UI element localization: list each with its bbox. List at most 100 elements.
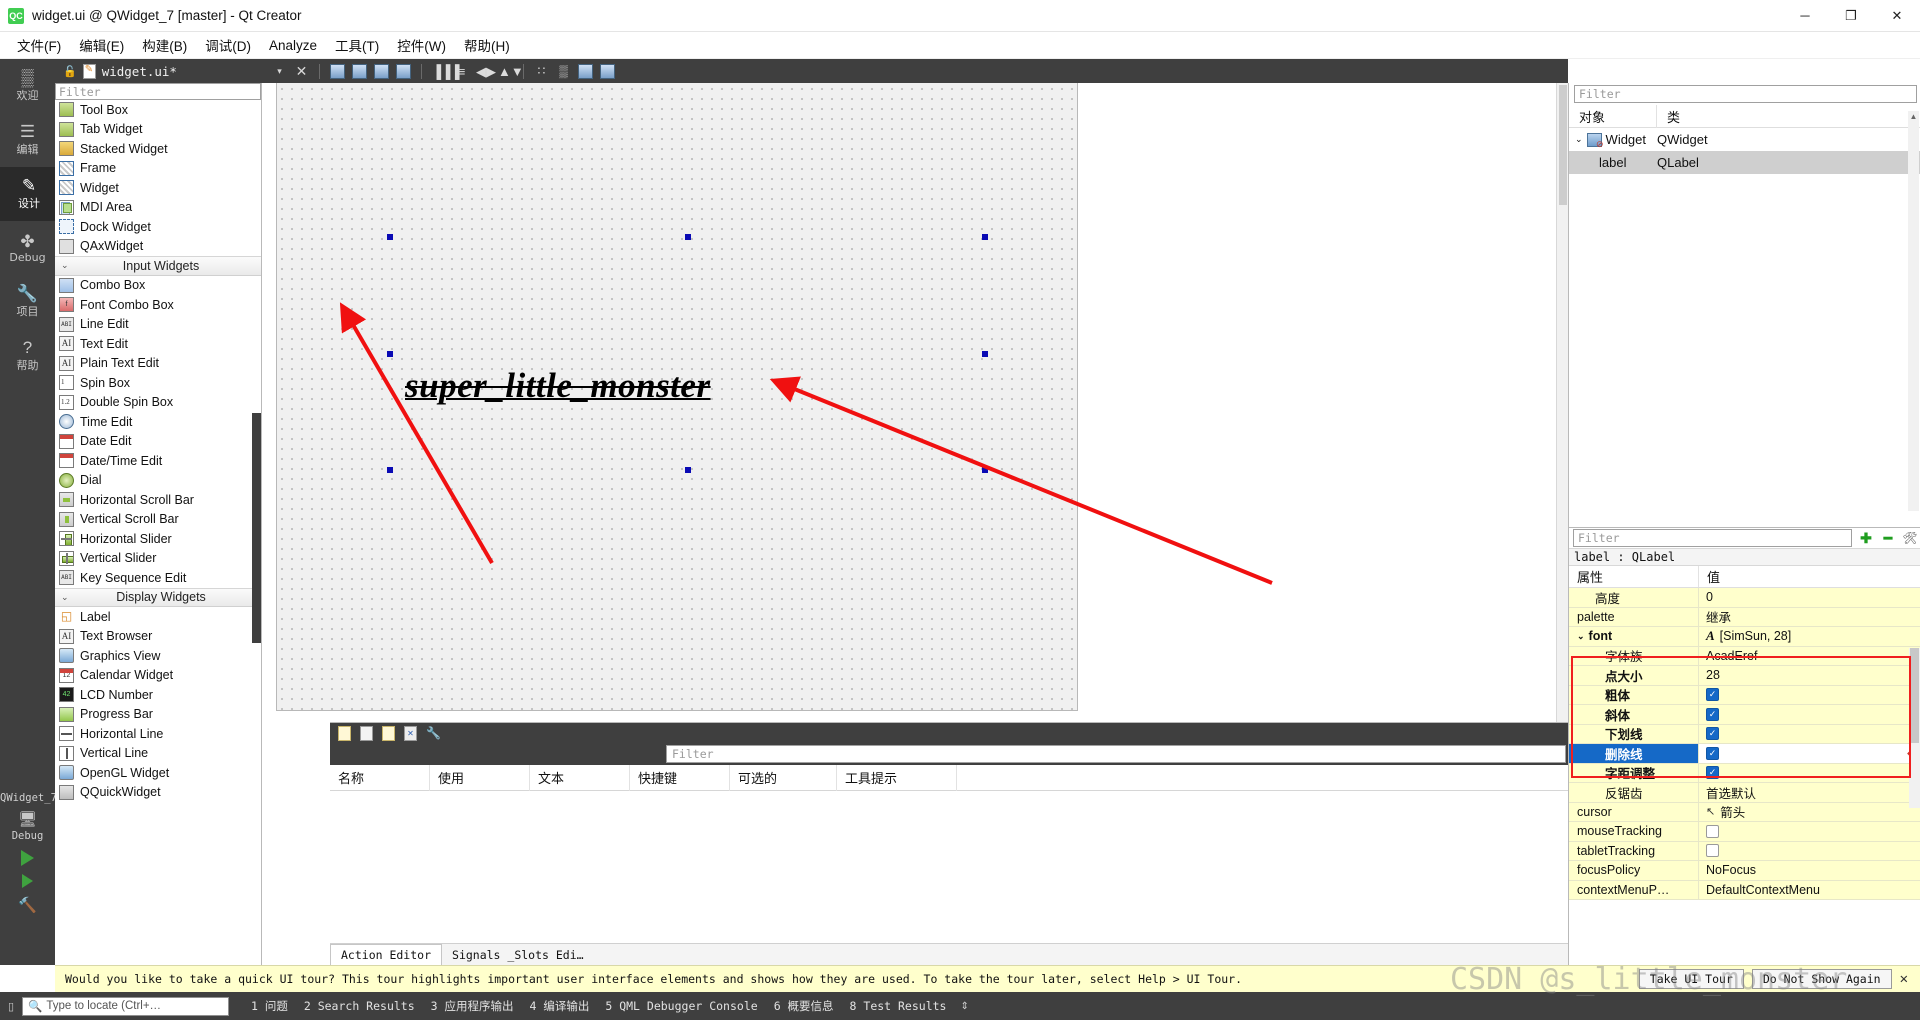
checkbox-icon[interactable]: ✓ xyxy=(1706,688,1719,702)
resize-handle-ml[interactable] xyxy=(387,351,393,357)
do-not-show-again-button[interactable]: Do Not Show Again xyxy=(1751,969,1892,989)
layout-grid-icon[interactable]: ▒ xyxy=(556,64,571,79)
property-value[interactable]: 首选默认 xyxy=(1699,783,1920,802)
adjust-size-icon[interactable] xyxy=(600,63,615,79)
unlocked-icon[interactable]: 🔓 xyxy=(63,65,77,78)
menu-item-d[interactable]: 调试(D) xyxy=(196,32,260,58)
widget-item-qaxwidget[interactable]: QAxWidget xyxy=(55,237,261,257)
resize-handle-bc[interactable] xyxy=(685,467,691,473)
resize-handle-br[interactable] xyxy=(982,467,988,473)
layout-horizontally-icon[interactable]: ▐▐▐ xyxy=(432,64,460,79)
checkbox-icon[interactable]: ✓ xyxy=(1706,746,1719,760)
widget-item-date-time-edit[interactable]: Date/Time Edit xyxy=(55,451,261,471)
widget-item-line-edit[interactable]: ABI Line Edit xyxy=(55,315,261,335)
widget-item-dial[interactable]: Dial xyxy=(55,471,261,491)
output-pane-button[interactable]: 1 问题 xyxy=(243,995,296,1017)
property-row[interactable]: 字距调整 ✓ xyxy=(1569,763,1920,783)
resize-handle-tl[interactable] xyxy=(387,234,393,240)
output-pane-button[interactable]: 3 应用程序输出 xyxy=(423,995,522,1017)
property-value[interactable]: 28 xyxy=(1699,666,1920,685)
form-canvas[interactable]: super_little_monster xyxy=(262,83,1568,722)
property-row[interactable]: 字体族 AcadEref xyxy=(1569,646,1920,666)
widget-item-font-combo-box[interactable]: f Font Combo Box xyxy=(55,295,261,315)
property-value[interactable]: NoFocus xyxy=(1699,861,1920,880)
updown-icon[interactable]: ⇕ xyxy=(954,1001,968,1012)
menu-item-b[interactable]: 构建(B) xyxy=(133,32,196,58)
mode-item-document[interactable]: ☰ 编辑 xyxy=(0,113,55,167)
widget-item-frame[interactable]: Frame xyxy=(55,159,261,179)
resize-handle-bl[interactable] xyxy=(387,467,393,473)
widget-item-dock-widget[interactable]: Dock Widget xyxy=(55,217,261,237)
layout-horizontal-splitter-icon[interactable]: ◀▶ xyxy=(476,64,496,79)
property-value[interactable]: DefaultContextMenu xyxy=(1699,881,1920,900)
form-widget[interactable]: super_little_monster xyxy=(276,83,1078,711)
widget-item-text-browser[interactable]: AI Text Browser xyxy=(55,627,261,647)
checkbox-icon[interactable]: ✓ xyxy=(1706,727,1719,741)
configure-icon[interactable]: 🛠 xyxy=(1902,531,1918,545)
widget-item-vertical-slider[interactable]: Vertical Slider xyxy=(55,549,261,569)
action-column-header[interactable]: 工具提示 xyxy=(837,764,957,791)
widget-item-stacked-widget[interactable]: Stacked Widget xyxy=(55,139,261,159)
edit-widgets-icon[interactable] xyxy=(330,63,345,79)
property-editor-scrollbar[interactable] xyxy=(1909,648,1920,808)
new-action-icon[interactable] xyxy=(338,725,351,741)
edit-action-icon[interactable] xyxy=(382,725,395,741)
minimize-button[interactable]: ─ xyxy=(1782,0,1828,32)
close-icon[interactable]: ✕ xyxy=(294,63,309,79)
property-row[interactable]: 反锯齿 首选默认 xyxy=(1569,783,1920,803)
widget-item-date-edit[interactable]: Date Edit xyxy=(55,432,261,452)
widget-item-spin-box[interactable]: 1 Spin Box xyxy=(55,373,261,393)
widget-item-graphics-view[interactable]: Graphics View xyxy=(55,646,261,666)
property-row[interactable]: palette 继承 xyxy=(1569,607,1920,627)
widget-item-tab-widget[interactable]: Tab Widget xyxy=(55,120,261,140)
action-column-header[interactable]: 快捷键 xyxy=(630,764,730,791)
property-value[interactable]: AcadEref xyxy=(1699,647,1920,666)
widget-item-widget[interactable]: Widget xyxy=(55,178,261,198)
take-ui-tour-button[interactable]: Take UI Tour xyxy=(1638,969,1744,989)
menu-item-t[interactable]: 工具(T) xyxy=(326,32,388,58)
widget-group-display-widgets[interactable]: ⌄ Display Widgets xyxy=(55,587,261,607)
copy-action-icon[interactable] xyxy=(360,725,373,741)
resize-handle-tc[interactable] xyxy=(685,234,691,240)
property-value[interactable]: 0 xyxy=(1699,588,1920,607)
property-row[interactable]: 删除线 ✓↩ xyxy=(1569,744,1920,764)
checkbox-icon[interactable]: ✓ xyxy=(1706,766,1719,780)
widget-item-horizontal-slider[interactable]: Horizontal Slider xyxy=(55,529,261,549)
output-pane-button[interactable]: 6 概要信息 xyxy=(766,995,842,1017)
widget-item-horizontal-scroll-bar[interactable]: Horizontal Scroll Bar xyxy=(55,490,261,510)
editor-tab-filename[interactable]: widget.ui* xyxy=(102,64,177,79)
widget-item-label[interactable]: ◱ Label xyxy=(55,607,261,627)
close-icon[interactable]: ✕ xyxy=(1900,971,1912,987)
property-value[interactable]: ✓ xyxy=(1699,686,1920,705)
property-row[interactable]: 高度 0 xyxy=(1569,588,1920,608)
widget-item-double-spin-box[interactable]: 1.2 Double Spin Box xyxy=(55,393,261,413)
widget-box-scrollbar[interactable] xyxy=(252,413,261,643)
locator-input[interactable]: 🔍 Type to locate (Ctrl+… xyxy=(22,996,229,1016)
object-inspector-filter[interactable]: Filter xyxy=(1574,85,1917,103)
property-row[interactable]: contextMenuP… DefaultContextMenu xyxy=(1569,880,1920,900)
chevron-down-icon[interactable]: ⌄ xyxy=(1577,631,1585,642)
widget-group-input-widgets[interactable]: ⌄ Input Widgets xyxy=(55,256,261,276)
property-value[interactable]: ✓ xyxy=(1699,764,1920,783)
resize-handle-tr[interactable] xyxy=(982,234,988,240)
mode-item-grid[interactable]: ▒ 欢迎 xyxy=(0,59,55,113)
property-row[interactable]: 下划线 ✓ xyxy=(1569,724,1920,744)
checkbox-icon[interactable]: ✓ xyxy=(1706,707,1719,721)
widget-item-progress-bar[interactable]: Progress Bar xyxy=(55,705,261,725)
action-editor-filter[interactable]: Filter xyxy=(666,745,1566,763)
mode-item-bug[interactable]: ✤ Debug xyxy=(0,221,55,275)
widget-item-plain-text-edit[interactable]: AI Plain Text Edit xyxy=(55,354,261,374)
widget-item-tool-box[interactable]: Tool Box xyxy=(55,100,261,120)
edit-tab-order-icon[interactable] xyxy=(396,63,411,79)
edit-buddies-icon[interactable] xyxy=(374,63,389,79)
property-value[interactable]: 继承 xyxy=(1699,608,1920,627)
widget-item-vertical-line[interactable]: Vertical Line xyxy=(55,744,261,764)
kit-selector-area[interactable]: QWidget_7 🖥 Debug 🔨 xyxy=(0,790,57,965)
output-pane-button[interactable]: 5 QML Debugger Console xyxy=(597,996,765,1016)
property-row[interactable]: 粗体 ✓ xyxy=(1569,685,1920,705)
chevron-down-icon[interactable]: ⌄ xyxy=(1575,134,1583,145)
triangle-up-icon[interactable]: ▲ xyxy=(1908,111,1919,122)
action-editor-rows[interactable] xyxy=(330,791,1568,941)
object-tree-row[interactable]: ⌄ Widget QWidget xyxy=(1569,128,1920,151)
resize-handle-mr[interactable] xyxy=(982,351,988,357)
